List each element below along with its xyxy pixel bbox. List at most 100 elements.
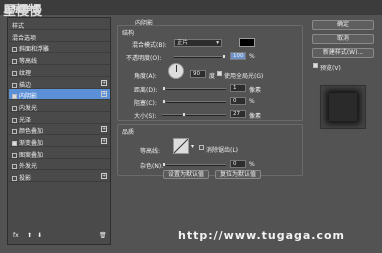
distance-slider-knob[interactable]	[162, 86, 166, 91]
opacity-input[interactable]: 100	[230, 52, 246, 60]
angle-unit: 度	[209, 73, 216, 80]
style-checkbox[interactable]	[12, 94, 17, 100]
contour-preview[interactable]	[173, 138, 189, 154]
add-style-icon[interactable]: +	[101, 126, 107, 133]
style-item-label: 光泽	[19, 116, 32, 124]
noise-slider-knob[interactable]	[162, 162, 166, 167]
global-light-checkbox[interactable]	[217, 71, 222, 76]
style-list: 投影 + 外发光 图案叠加 渐变叠加 + 颜色叠加 + 光泽 内发光 内阴影 + 描边 + 纹理 等高线 斜面和…	[7, 17, 111, 245]
chevron-down-icon: ▾	[216, 40, 219, 46]
blend-mode-label: 混合模式(B):	[132, 42, 167, 49]
style-checkbox[interactable]	[12, 164, 17, 170]
choke-slider[interactable]	[162, 99, 226, 104]
shadow-color-swatch[interactable]	[239, 38, 255, 47]
style-checkbox[interactable]	[12, 141, 17, 146]
style-item-label: 颜色叠加	[19, 128, 44, 136]
style-item[interactable]: 投影 +	[9, 171, 110, 183]
add-style-icon[interactable]: +	[101, 138, 107, 144]
choke-slider-knob[interactable]	[162, 99, 166, 104]
add-style-icon[interactable]: +	[101, 79, 107, 86]
style-checkbox[interactable]	[12, 105, 17, 111]
structure-label: 结构	[122, 30, 135, 37]
style-item[interactable]: 斜面和浮雕	[9, 42, 110, 54]
watermark-top: 星慢慢	[3, 4, 43, 19]
noise-label: 杂色(N):	[140, 163, 164, 170]
quality-label: 品质	[122, 129, 135, 136]
choke-unit: %	[249, 98, 255, 105]
preview-checkbox[interactable]	[313, 63, 318, 68]
opacity-slider[interactable]	[174, 54, 226, 59]
ok-button[interactable]: 确定	[312, 20, 374, 30]
style-item-label: 外发光	[19, 163, 38, 171]
distance-slider[interactable]	[162, 86, 226, 91]
add-style-icon[interactable]: +	[101, 173, 107, 180]
choke-input[interactable]: 0	[230, 97, 246, 105]
style-item[interactable]: 混合选项	[9, 31, 110, 42]
style-checkbox[interactable]	[12, 152, 17, 158]
antialias-label: 消除锯齿(L)	[206, 147, 239, 154]
trash-icon[interactable]: 🗑	[99, 232, 107, 239]
style-item-label: 样式	[12, 23, 25, 30]
style-item[interactable]: 内发光	[9, 101, 110, 112]
style-item-label: 图案叠加	[19, 151, 44, 159]
add-style-icon[interactable]: +	[101, 91, 107, 98]
contour-chevron-icon[interactable]: ▾	[191, 143, 194, 150]
new-style-button[interactable]: 新建样式(W)...	[312, 48, 374, 58]
noise-input[interactable]: 0	[230, 160, 246, 168]
style-item-label: 斜面和浮雕	[19, 46, 50, 54]
style-checkbox[interactable]	[12, 117, 17, 123]
style-checkbox[interactable]	[12, 47, 17, 53]
style-checkbox[interactable]	[12, 176, 17, 182]
make-default-button[interactable]: 设置为默认值	[163, 170, 209, 179]
angle-label: 角度(A):	[134, 73, 157, 80]
style-item[interactable]: 颜色叠加 +	[9, 124, 110, 136]
opacity-label: 不透明度(O):	[126, 55, 162, 62]
move-down-button[interactable]: ⬇	[37, 232, 42, 239]
style-item[interactable]: 图案叠加	[9, 148, 110, 159]
contour-label: 等高线:	[140, 148, 161, 155]
antialias-checkbox[interactable]	[199, 145, 204, 150]
style-item[interactable]: 描边 +	[9, 78, 110, 89]
style-item[interactable]: 纹理	[9, 66, 110, 77]
dialog-actions: 确定 取消 新建样式(W)... 预览(V)	[312, 17, 377, 129]
style-item-label: 纹理	[19, 69, 32, 77]
noise-slider[interactable]	[162, 162, 226, 167]
style-item[interactable]: 光泽	[9, 113, 110, 124]
opacity-unit: %	[249, 53, 255, 60]
style-item-label: 内发光	[19, 104, 38, 112]
style-item-label: 等高线	[19, 58, 38, 66]
structure-group: 结构 混合模式(B): 正片 ▾ 不透明度(O): 100 % 角度(A): 90…	[117, 25, 303, 121]
move-up-button[interactable]: ⬆	[27, 232, 32, 239]
distance-input[interactable]: 1	[230, 84, 246, 92]
size-slider-knob[interactable]	[182, 112, 186, 117]
blend-mode-value: 正片	[177, 40, 189, 46]
size-label: 大小(S):	[134, 113, 157, 120]
blend-mode-select[interactable]: 正片 ▾	[174, 39, 222, 47]
style-checkbox[interactable]	[12, 70, 17, 76]
reset-default-button[interactable]: 复位为默认值	[215, 170, 261, 179]
angle-input[interactable]: 90	[190, 70, 206, 78]
global-light-label: 使用全局光(G)	[224, 73, 264, 80]
contour-curve-icon	[173, 138, 189, 154]
fx-button[interactable]: fx	[13, 232, 19, 239]
opacity-slider-knob[interactable]	[222, 54, 226, 59]
style-checkbox[interactable]	[12, 129, 17, 135]
size-slider[interactable]	[162, 112, 226, 117]
style-item[interactable]: 渐变叠加 +	[9, 136, 110, 147]
style-item[interactable]: 等高线	[9, 54, 110, 66]
preview-label: 预览(V)	[320, 65, 341, 72]
style-checkbox[interactable]	[12, 82, 17, 88]
style-item-label: 内阴影	[19, 93, 38, 101]
distance-label: 距离(D):	[134, 87, 158, 94]
style-item[interactable]: 外发光	[9, 159, 110, 171]
angle-dial[interactable]	[168, 63, 184, 79]
cancel-button[interactable]: 取消	[312, 34, 374, 44]
size-input[interactable]: 27	[230, 110, 246, 118]
noise-unit: %	[249, 161, 255, 168]
choke-label: 阻塞(C):	[134, 100, 157, 107]
style-item[interactable]: 内阴影 +	[9, 89, 110, 101]
watermark-bottom: http://www.tugaga.com	[178, 229, 346, 242]
style-item[interactable]: 样式	[9, 19, 110, 30]
style-checkbox[interactable]	[12, 59, 17, 65]
style-list-footer: fx ⬆ ⬇ 🗑	[9, 232, 109, 242]
